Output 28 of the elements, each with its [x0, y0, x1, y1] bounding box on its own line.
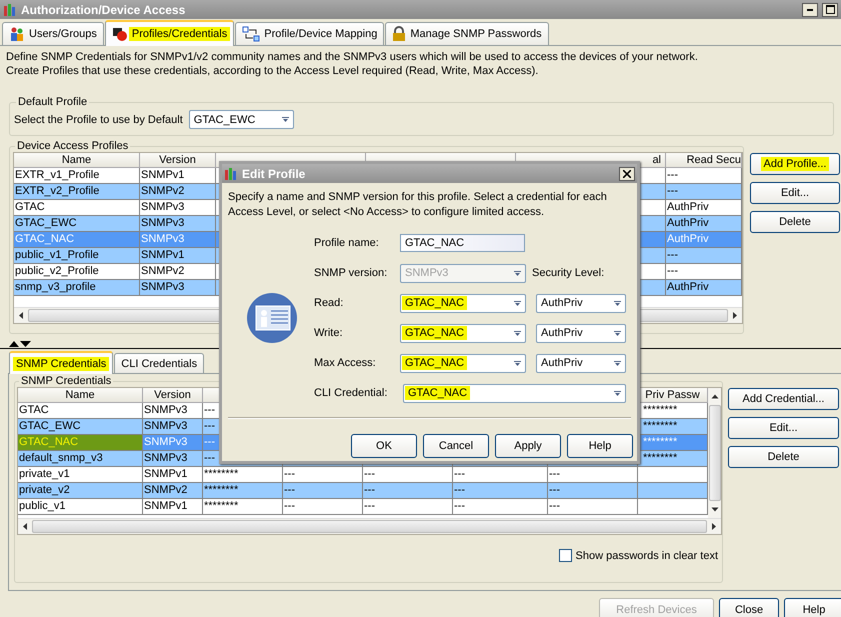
table-cell: public_v1: [18, 499, 143, 515]
table-cell: snmp_v3_profile: [14, 280, 140, 296]
description-text: Define SNMP Credentials for SNMPv1/v2 community names and the SNMPv3 users which will be used to access the devices of your network.: [6, 50, 699, 64]
field-label: CLI Credential:: [314, 387, 388, 399]
checkbox-label: Show passwords in clear text: [576, 550, 718, 562]
field-label: Select the Profile to use by Default: [14, 114, 183, 126]
table-cell: ---: [548, 499, 638, 515]
table-cell: ---: [363, 499, 453, 515]
dialog-title: Edit Profile: [242, 166, 306, 180]
field-label: Max Access:: [314, 357, 377, 369]
table-cell: ---: [453, 499, 548, 515]
table-cell: SNMPv3: [140, 280, 216, 296]
table-cell: ********: [203, 499, 283, 515]
field-label: Write:: [314, 327, 344, 339]
table-cell: GTAC_NAC: [18, 435, 143, 451]
field-label: Profile name:: [314, 237, 380, 249]
table-cell: ---: [283, 499, 363, 515]
field-label: SNMP version:: [314, 267, 388, 279]
table-cell: SNMPv1: [143, 499, 203, 515]
description-text: Create Profiles that use these credentials, according to the Access Level required (Read, Write, Max Access).: [6, 64, 540, 78]
dialog-description: Specify a name and SNMP version for this profile. Select a credential for each Access Level, or select <No Access> to configure limited access.: [227, 190, 608, 220]
group-title: Default Profile: [17, 96, 88, 108]
group-title: Device Access Profiles: [16, 140, 130, 152]
group-title: SNMP Credentials: [20, 375, 112, 387]
table-cell: AuthPriv: [666, 280, 742, 296]
field-label: Security Level:: [532, 267, 606, 279]
field-label: Read:: [314, 297, 344, 309]
window-title: Authorization/Device Access: [21, 2, 186, 16]
